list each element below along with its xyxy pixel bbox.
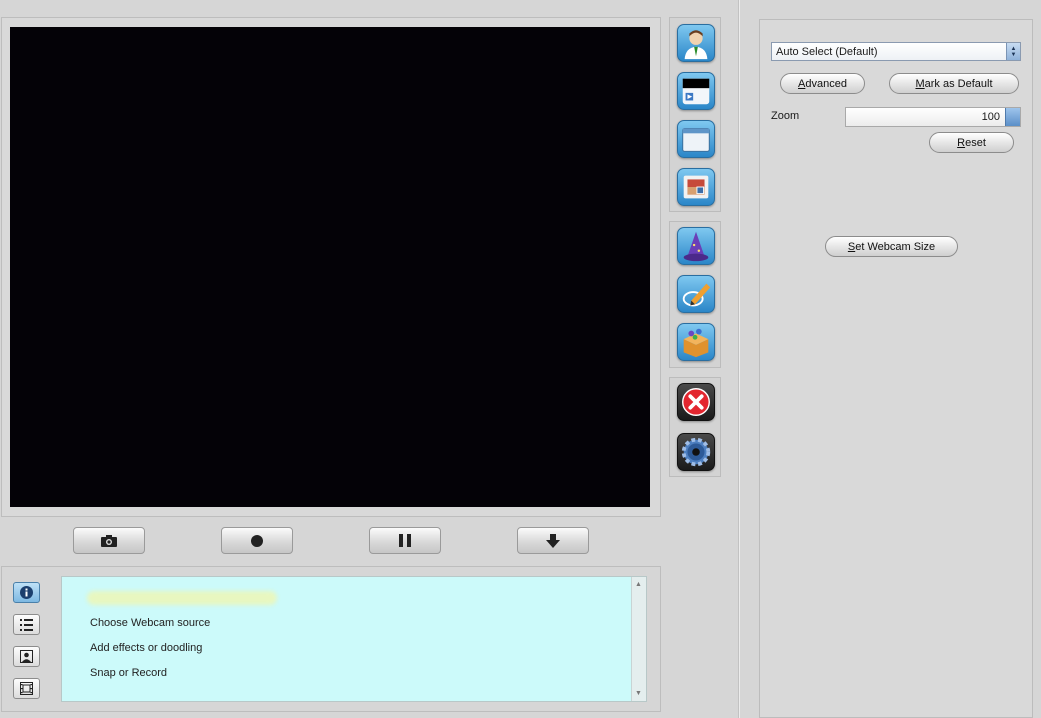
wizard-button[interactable] (677, 227, 715, 265)
pane-divider[interactable] (738, 0, 740, 718)
tab-info[interactable] (13, 582, 40, 603)
window-icon (682, 128, 710, 152)
effects-button[interactable] (677, 323, 715, 361)
toolbar-group-app (669, 377, 721, 477)
instruction-step-1: Choose Webcam source (90, 617, 211, 629)
reset-label: eset (965, 136, 986, 149)
picture-frame-icon (683, 175, 709, 199)
advanced-access-key: A (798, 77, 806, 90)
zoom-slider-handle[interactable] (1005, 108, 1020, 126)
blurred-heading (87, 591, 277, 605)
film-icon (20, 682, 33, 695)
video-player-button[interactable] (677, 72, 715, 110)
zoom-input[interactable]: 100 (845, 107, 1021, 127)
select-spinner-icon[interactable]: ▲ ▼ (1006, 43, 1020, 60)
mark-default-access-key: M (915, 77, 925, 90)
webcam-preview[interactable] (10, 27, 650, 507)
webcam-source-select[interactable]: Auto Select (Default) ▲ ▼ (771, 42, 1021, 61)
close-button[interactable] (677, 383, 715, 421)
portrait-icon (20, 650, 33, 663)
mark-default-label: ark as Default (924, 77, 993, 90)
user-profile-button[interactable] (677, 24, 715, 62)
doodle-button[interactable] (677, 275, 715, 313)
instructions-box: Choose Webcam source Add effects or dood… (61, 576, 647, 702)
pause-icon (399, 534, 411, 547)
window-button[interactable] (677, 120, 715, 158)
camera-icon (101, 534, 117, 547)
set-webcam-size-button[interactable]: Set Webcam Size (825, 236, 958, 257)
video-player-icon (682, 78, 710, 105)
picture-frame-button[interactable] (677, 168, 715, 206)
reset-access-key: R (957, 136, 966, 149)
pencil-doodle-icon (682, 283, 711, 307)
scroll-up-arrow-icon[interactable]: ▲ (635, 581, 642, 588)
tab-film[interactable] (13, 678, 40, 699)
info-icon (20, 586, 33, 599)
settings-gear-icon (681, 437, 711, 467)
list-icon (20, 618, 33, 631)
settings-button[interactable] (677, 433, 715, 471)
effects-box-icon (683, 328, 709, 358)
snapshot-button[interactable] (73, 527, 145, 554)
instruction-step-3: Snap or Record (90, 667, 168, 679)
advanced-label: dvanced (805, 77, 847, 90)
advanced-button[interactable]: Advanced (780, 73, 865, 94)
webcam-source-value: Auto Select (Default) (776, 45, 878, 58)
webcam-size-access-key: S (847, 240, 856, 253)
instruction-step-2: Add effects or doodling (90, 642, 203, 654)
wizard-hat-icon (683, 231, 709, 262)
record-icon (251, 534, 263, 547)
toolbar-group-view (669, 17, 721, 212)
tab-list[interactable] (13, 614, 40, 635)
instructions-scrollbar[interactable]: ▲ ▼ (631, 577, 646, 701)
toolbar-group-effects (669, 221, 721, 368)
download-arrow-icon (546, 533, 560, 548)
zoom-label: Zoom (771, 110, 800, 122)
close-icon (682, 388, 710, 416)
tab-portrait[interactable] (13, 646, 40, 667)
zoom-value: 100 (981, 111, 1000, 123)
scroll-down-arrow-icon[interactable]: ▼ (635, 690, 642, 697)
record-button[interactable] (221, 527, 293, 554)
webcam-size-label: et Webcam Size (855, 240, 936, 253)
reset-button[interactable]: Reset (929, 132, 1014, 153)
mark-as-default-button[interactable]: Mark as Default (889, 73, 1019, 94)
save-button[interactable] (517, 527, 589, 554)
pause-button[interactable] (369, 527, 441, 554)
user-profile-icon (684, 30, 708, 60)
